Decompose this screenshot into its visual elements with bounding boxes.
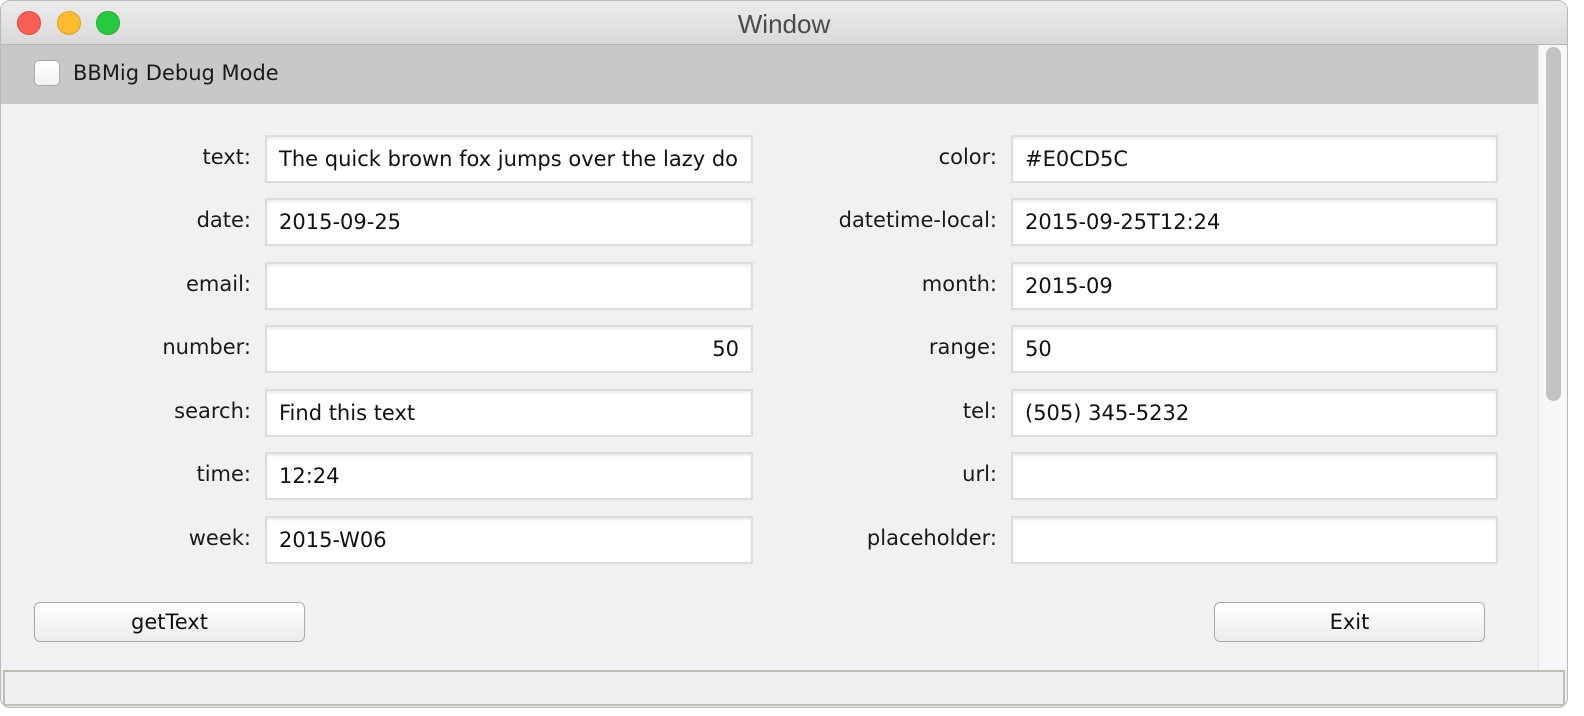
datetime-local-label: datetime-local:: [838, 208, 997, 232]
placeholder-input[interactable]: [1011, 516, 1498, 564]
range-input[interactable]: 50: [1011, 325, 1498, 373]
email-input[interactable]: [265, 262, 753, 310]
month-label: month:: [921, 272, 997, 296]
placeholder-label: placeholder:: [866, 526, 997, 550]
number-input[interactable]: 50: [265, 325, 753, 373]
search-input[interactable]: Find this text: [265, 389, 753, 437]
color-label: color:: [938, 145, 997, 169]
debug-toolbar: BBMig Debug Mode: [1, 45, 1538, 104]
tel-label: tel:: [962, 399, 997, 423]
status-bar: [3, 670, 1565, 706]
exit-button[interactable]: Exit: [1214, 602, 1485, 642]
app-window: Window BBMig Debug Mode text: The quick …: [0, 0, 1568, 708]
datetime-local-input[interactable]: 2015-09-25T12:24: [1011, 198, 1498, 246]
text-input[interactable]: The quick brown fox jumps over the lazy …: [265, 135, 753, 183]
url-label: url:: [962, 462, 997, 486]
range-label: range:: [928, 335, 997, 359]
time-input[interactable]: 12:24: [265, 452, 753, 500]
search-label: search:: [174, 399, 251, 423]
window-title: Window: [737, 9, 831, 39]
vertical-scrollbar[interactable]: [1538, 45, 1567, 670]
color-input[interactable]: #E0CD5C: [1011, 135, 1498, 183]
email-label: email:: [186, 272, 251, 296]
debug-mode-checkbox[interactable]: [34, 60, 60, 86]
debug-mode-label[interactable]: BBMig Debug Mode: [73, 61, 279, 85]
month-input[interactable]: 2015-09: [1011, 262, 1498, 310]
url-input[interactable]: [1011, 452, 1498, 500]
number-label: number:: [162, 335, 251, 359]
tel-input[interactable]: (505) 345-5232: [1011, 389, 1498, 437]
date-label: date:: [196, 208, 251, 232]
date-input[interactable]: 2015-09-25: [265, 198, 753, 246]
title-bar[interactable]: Window: [1, 1, 1567, 45]
get-text-button[interactable]: getText: [34, 602, 305, 642]
week-input[interactable]: 2015-W06: [265, 516, 753, 564]
week-label: week:: [188, 526, 251, 550]
text-label: text:: [202, 145, 251, 169]
time-label: time:: [196, 462, 251, 486]
scrollbar-thumb[interactable]: [1546, 47, 1561, 401]
